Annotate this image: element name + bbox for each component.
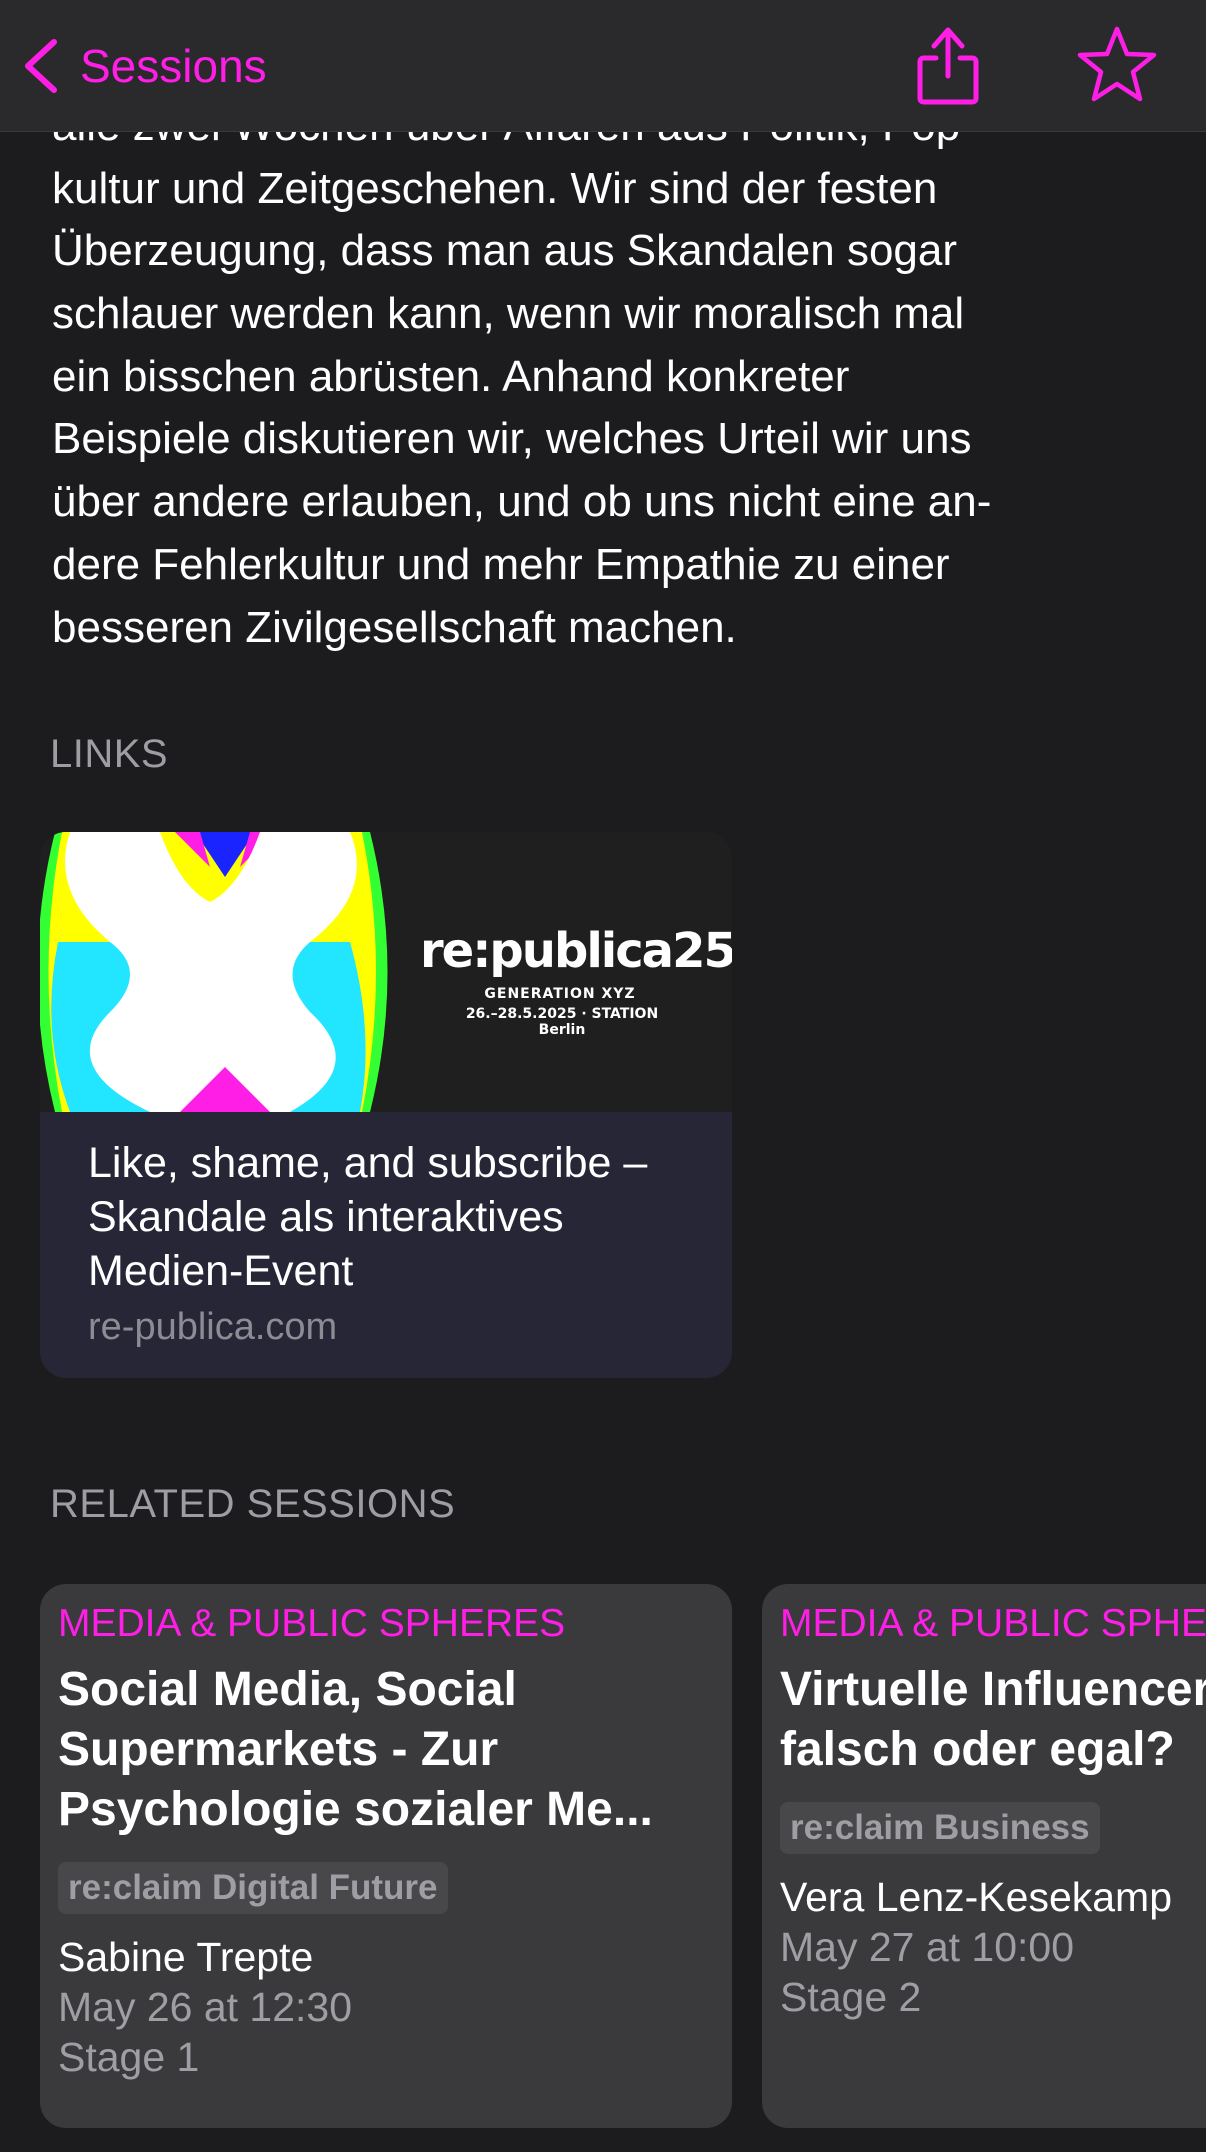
back-button[interactable]: Sessions [20,28,267,104]
description-line: besseren Zivilgesellschaft machen. [52,602,737,652]
description-line: schlauer werden kann, wenn wir moralisch… [52,289,965,339]
session-title-line: Supermarkets - Zur [58,1723,499,1776]
related-sessions-header: RELATED SESSIONS [50,1482,456,1526]
share-button[interactable] [910,24,986,108]
session-title-line: Social Media, Social [58,1663,517,1716]
links-section-header: LINKS [50,732,169,776]
session-stage: Stage 2 [780,1974,922,2020]
description-line: ein bisschen abrüsten. Anhand konkreter [52,351,850,401]
session-title: Social Media, Social Supermarkets - Zur … [58,1660,732,1840]
session-track: MEDIA & PUBLIC SPHERES [780,1602,1206,1645]
session-stage: Stage 1 [58,2034,200,2080]
brand-date: 26.–28.5.2025 · STATION Berlin [465,1006,659,1038]
session-time: May 27 at 10:00 [780,1924,1075,1970]
description-line: dere Fehlerkultur und mehr Empathie zu e… [52,539,950,589]
description-line: über andere erlauben, und ob uns nicht e… [52,477,992,527]
session-tag: re:claim Digital Future [58,1862,448,1914]
session-track: MEDIA & PUBLIC SPHERES [58,1602,566,1645]
share-icon [917,27,979,105]
brand-subtitle: GENERATION XYZ [484,986,636,1002]
description-line: Überzeugung, dass man aus Skandalen soga… [52,226,958,276]
chevron-left-icon [25,39,57,93]
favorite-button[interactable] [1076,24,1158,106]
description-line: kultur und Zeitgeschehen. Wir sind der f… [52,163,938,213]
description-line: Beispiele diskutieren wir, welches Urtei… [52,414,972,464]
star-icon [1077,26,1157,102]
session-tag: re:claim Business [780,1802,1100,1854]
session-title: Virtuelle Influencer: falsch oder egal? [780,1660,1206,1780]
session-description: alle zwei Wochen über Affären aus Politi… [52,95,1172,659]
session-speaker: Vera Lenz-Kesekamp [780,1874,1173,1920]
session-speaker: Sabine Trepte [58,1934,314,1980]
related-session-card[interactable]: MEDIA & PUBLIC SPHERES Virtuelle Influen… [762,1584,1206,2128]
session-time: May 26 at 12:30 [58,1984,353,2030]
related-session-card[interactable]: MEDIA & PUBLIC SPHERES Social Media, Soc… [40,1584,732,2128]
back-button-label: Sessions [80,40,267,92]
link-preview-card[interactable]: re:publica25 GENERATION XYZ 26.–28.5.202… [40,832,732,1378]
session-title-line: Virtuelle Influencer: [780,1663,1206,1716]
link-title: Like, shame, and subscribe – Skandale al… [88,1139,648,1295]
republica-wordmark: re:publica25 GENERATION XYZ 26.–28.5.202… [420,923,732,1038]
brand-name: re:publica25 [420,923,732,979]
navigation-bar: Sessions [0,0,1206,132]
session-title-line: falsch oder egal? [780,1723,1175,1776]
link-preview-image: re:publica25 GENERATION XYZ 26.–28.5.202… [40,832,732,1112]
link-domain: re-publica.com [88,1306,338,1348]
session-detail-screen: Sessions alle zwei Wochen über Affären a… [0,0,1206,2152]
session-title-line: Psychologie sozialer Me... [58,1783,653,1836]
